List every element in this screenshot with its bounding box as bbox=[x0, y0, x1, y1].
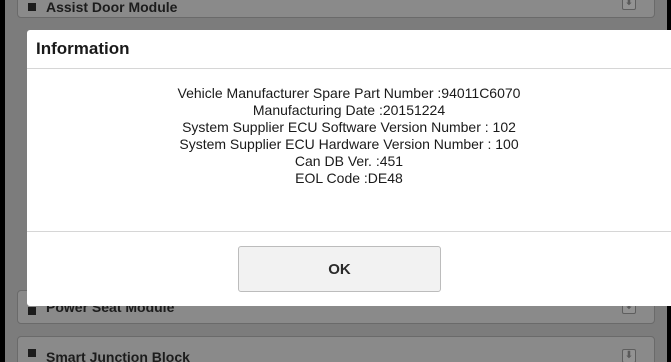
square-bullet-icon bbox=[28, 307, 36, 315]
info-line-part-number: Vehicle Manufacturer Spare Part Number :… bbox=[177, 85, 521, 101]
info-line-can-db-version: Can DB Ver. :451 bbox=[294, 153, 404, 169]
info-line-eol-code: EOL Code :DE48 bbox=[295, 170, 403, 186]
dialog-title: Information bbox=[36, 39, 130, 58]
download-icon: ⬇ bbox=[622, 349, 636, 362]
module-card-smart-junction: Smart Junction Block ⬇ bbox=[17, 336, 655, 362]
ok-button[interactable]: OK bbox=[238, 246, 441, 292]
square-bullet-icon bbox=[28, 3, 36, 11]
dialog-header: Information bbox=[27, 30, 671, 69]
download-icon: ⬇ bbox=[622, 0, 636, 10]
information-dialog: Information Vehicle Manufacturer Spare P… bbox=[27, 30, 671, 306]
module-name: Smart Junction Block bbox=[46, 349, 190, 362]
dialog-footer: OK bbox=[27, 232, 671, 305]
module-name: Assist Door Module bbox=[46, 0, 178, 15]
square-bullet-icon bbox=[28, 349, 36, 357]
module-card-assist-door: Assist Door Module ⬇ bbox=[17, 0, 655, 18]
info-line-hardware-version: System Supplier ECU Hardware Version Num… bbox=[179, 136, 519, 152]
info-line-software-version: System Supplier ECU Software Version Num… bbox=[182, 119, 516, 135]
info-line-manufacturing-date: Manufacturing Date :20151224 bbox=[252, 102, 446, 118]
dialog-body: Vehicle Manufacturer Spare Part Number :… bbox=[27, 69, 671, 232]
